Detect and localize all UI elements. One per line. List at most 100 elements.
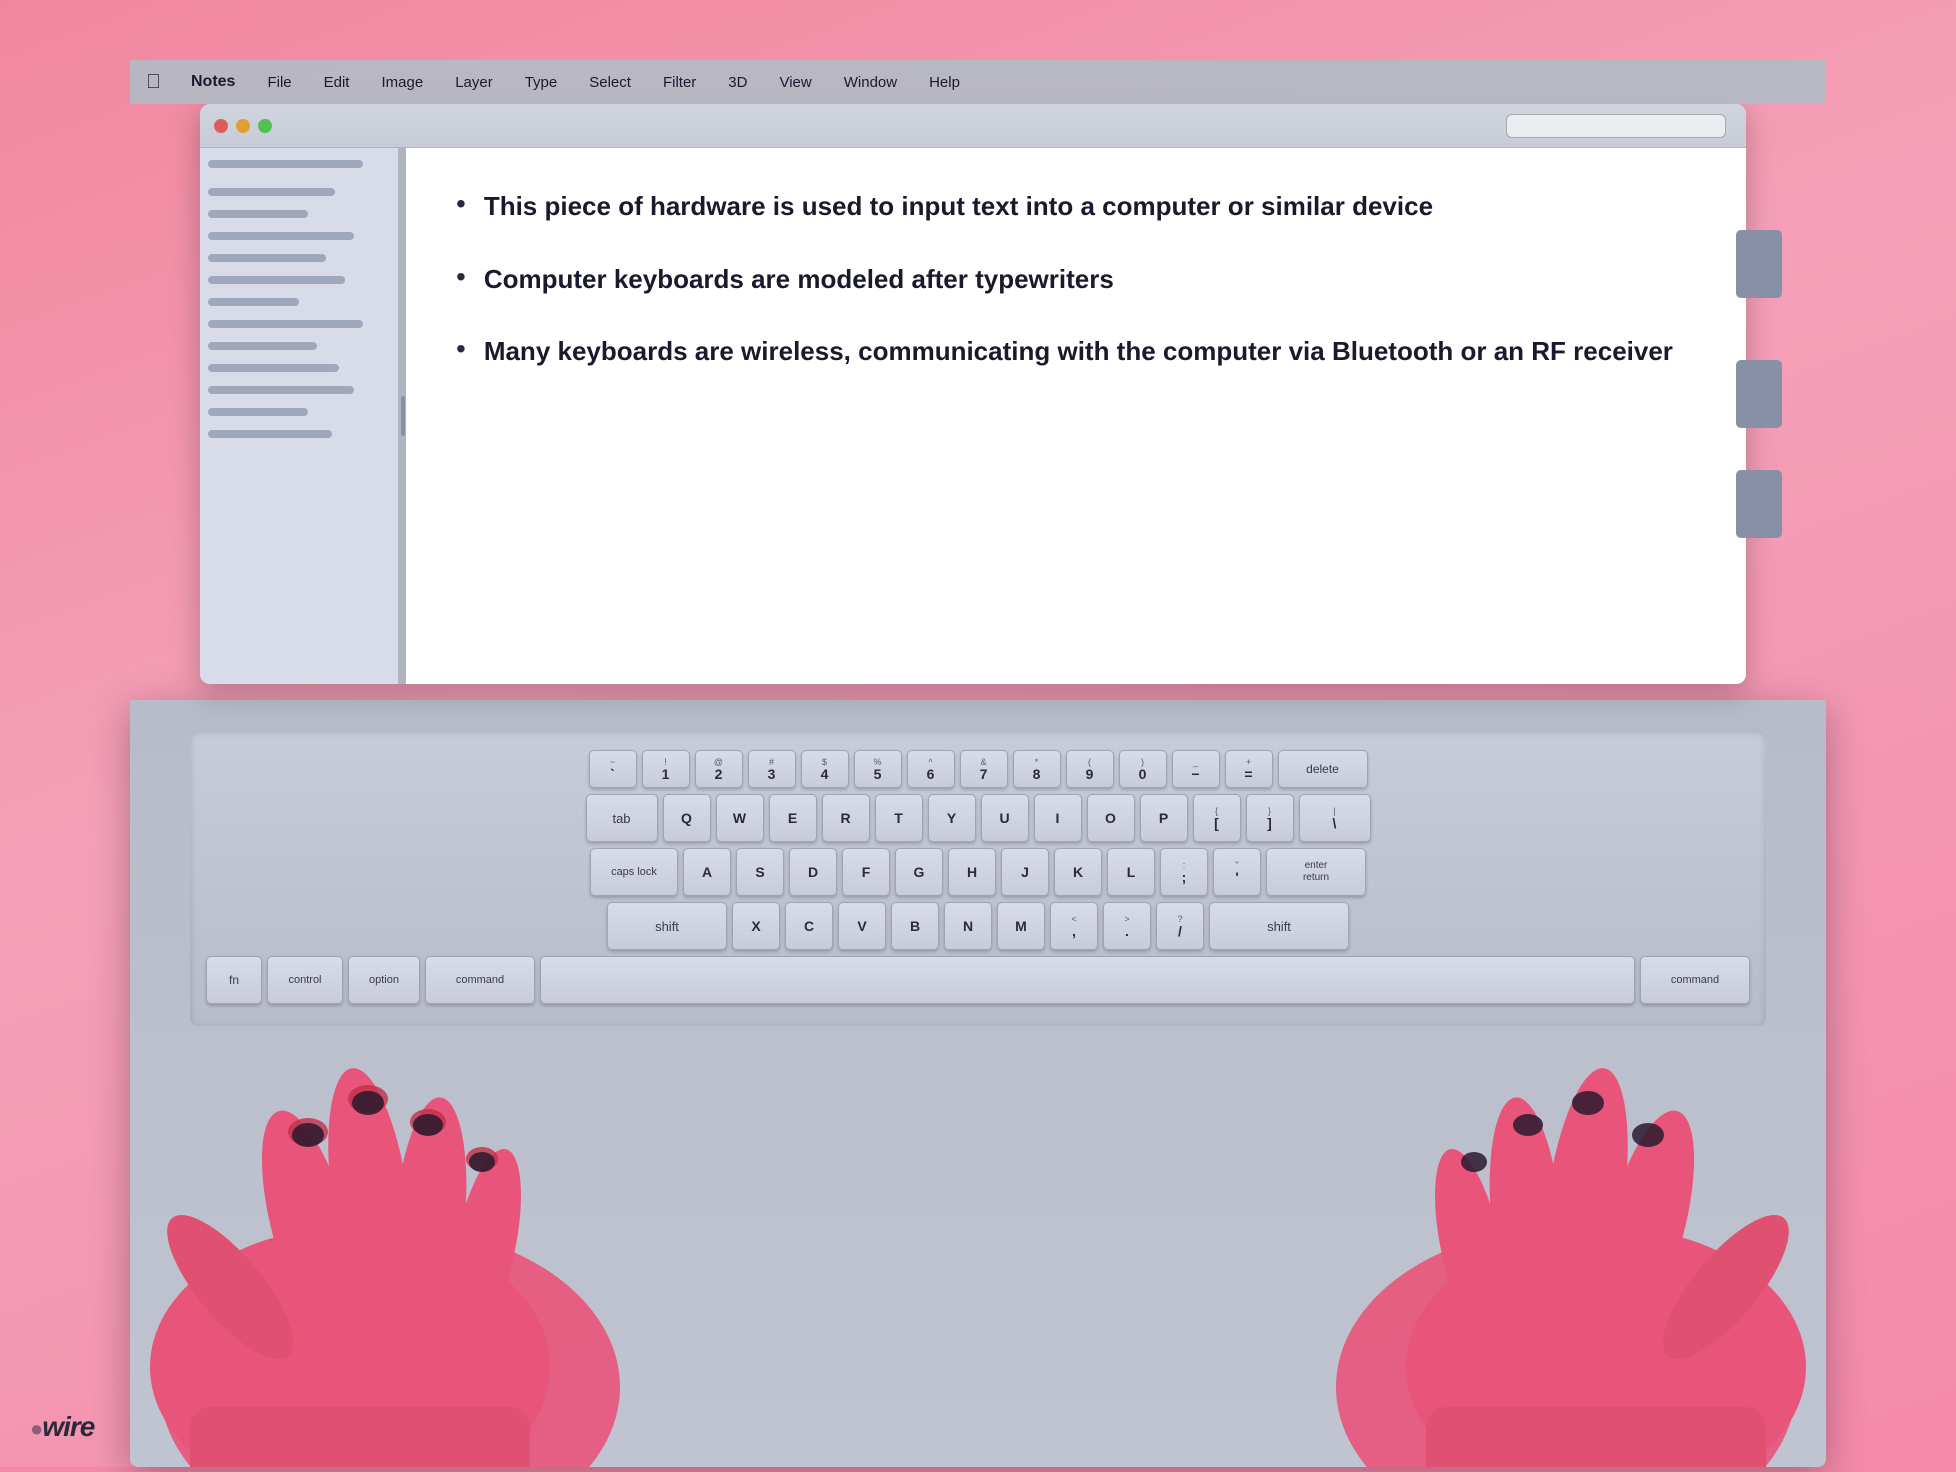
key-5[interactable]: %5 xyxy=(854,750,902,788)
sidebar-line xyxy=(208,210,308,218)
key-backslash[interactable]: |\ xyxy=(1299,794,1371,842)
menu-3d[interactable]: 3D xyxy=(722,72,753,93)
search-input[interactable] xyxy=(1506,114,1726,138)
key-quote[interactable]: "' xyxy=(1213,848,1261,896)
window-titlebar xyxy=(200,104,1746,148)
scroll-block-1 xyxy=(1736,230,1782,298)
key-t[interactable]: T xyxy=(875,794,923,842)
scroll-block-2 xyxy=(1736,360,1782,428)
key-c[interactable]: C xyxy=(785,902,833,950)
key-d[interactable]: D xyxy=(789,848,837,896)
watermark: ●wire xyxy=(30,1411,94,1443)
key-0[interactable]: )0 xyxy=(1119,750,1167,788)
key-o[interactable]: O xyxy=(1087,794,1135,842)
bullet-icon-2: • xyxy=(456,257,466,298)
key-8[interactable]: *8 xyxy=(1013,750,1061,788)
menu-select[interactable]: Select xyxy=(583,72,637,93)
menu-layer[interactable]: Layer xyxy=(449,72,499,93)
key-k[interactable]: K xyxy=(1054,848,1102,896)
key-tilde[interactable]: ~` xyxy=(589,750,637,788)
key-f[interactable]: F xyxy=(842,848,890,896)
key-l[interactable]: L xyxy=(1107,848,1155,896)
key-9[interactable]: (9 xyxy=(1066,750,1114,788)
app-window: • This piece of hardware is used to inpu… xyxy=(200,104,1746,684)
key-rbracket[interactable]: }] xyxy=(1246,794,1294,842)
key-w[interactable]: W xyxy=(716,794,764,842)
keyboard-row-1: ~` !1 @2 #3 $4 %5 ^6 &7 *8 (9 )0 _− += d… xyxy=(206,750,1750,788)
sidebar-line xyxy=(208,298,299,306)
key-tab[interactable]: tab xyxy=(586,794,658,842)
key-u[interactable]: U xyxy=(981,794,1029,842)
sidebar-line xyxy=(208,364,339,372)
key-a[interactable]: A xyxy=(683,848,731,896)
sidebar-line xyxy=(208,160,363,168)
key-e[interactable]: E xyxy=(769,794,817,842)
key-equals[interactable]: += xyxy=(1225,750,1273,788)
key-7[interactable]: &7 xyxy=(960,750,1008,788)
sidebar-line xyxy=(208,386,354,394)
sidebar-line xyxy=(208,342,317,350)
key-4[interactable]: $4 xyxy=(801,750,849,788)
key-s[interactable]: S xyxy=(736,848,784,896)
menu-help[interactable]: Help xyxy=(923,72,966,93)
sidebar-line xyxy=(208,232,354,240)
key-i[interactable]: I xyxy=(1034,794,1082,842)
menu-view[interactable]: View xyxy=(773,72,817,93)
key-h[interactable]: H xyxy=(948,848,996,896)
key-semicolon[interactable]: :; xyxy=(1160,848,1208,896)
sidebar-divider[interactable] xyxy=(400,148,406,684)
key-slash[interactable]: ?/ xyxy=(1156,902,1204,950)
bullet-icon-3: • xyxy=(456,329,466,370)
key-lbracket[interactable]: {[ xyxy=(1193,794,1241,842)
key-1[interactable]: !1 xyxy=(642,750,690,788)
sidebar-line xyxy=(208,430,332,438)
hand-right xyxy=(1306,887,1826,1467)
menu-filter[interactable]: Filter xyxy=(657,72,702,93)
key-comma[interactable]: <, xyxy=(1050,902,1098,950)
maximize-button[interactable] xyxy=(258,119,272,133)
key-p[interactable]: P xyxy=(1140,794,1188,842)
hand-left-svg xyxy=(130,887,650,1467)
note-text-2: Computer keyboards are modeled after typ… xyxy=(484,261,1114,297)
apple-logo-icon[interactable]:  xyxy=(146,71,161,94)
scroll-block-3 xyxy=(1736,470,1782,538)
key-minus[interactable]: _− xyxy=(1172,750,1220,788)
note-item-1: • This piece of hardware is used to inpu… xyxy=(456,188,1696,225)
hand-left xyxy=(130,887,650,1467)
window-content: • This piece of hardware is used to inpu… xyxy=(200,148,1746,684)
minimize-button[interactable] xyxy=(236,119,250,133)
key-y[interactable]: Y xyxy=(928,794,976,842)
key-g[interactable]: G xyxy=(895,848,943,896)
sidebar-line xyxy=(208,254,326,262)
sidebar-line xyxy=(208,408,308,416)
key-m[interactable]: M xyxy=(997,902,1045,950)
menu-bar:  Notes File Edit Image Layer Type Selec… xyxy=(130,60,1826,104)
menu-image[interactable]: Image xyxy=(375,72,429,93)
key-delete[interactable]: delete xyxy=(1278,750,1368,788)
menu-type[interactable]: Type xyxy=(519,72,564,93)
keyboard-row-2: tab Q W E R T Y U I O P {[ }] |\ xyxy=(206,794,1750,842)
key-b[interactable]: B xyxy=(891,902,939,950)
hand-right-svg xyxy=(1306,887,1826,1467)
key-3[interactable]: #3 xyxy=(748,750,796,788)
key-n[interactable]: N xyxy=(944,902,992,950)
note-text-1: This piece of hardware is used to input … xyxy=(484,188,1433,224)
key-x[interactable]: X xyxy=(732,902,780,950)
key-6[interactable]: ^6 xyxy=(907,750,955,788)
menu-window[interactable]: Window xyxy=(838,72,903,93)
sidebar xyxy=(200,148,400,684)
key-r[interactable]: R xyxy=(822,794,870,842)
sidebar-line xyxy=(208,188,335,196)
traffic-lights xyxy=(214,119,272,133)
sidebar-line xyxy=(208,320,363,328)
key-v[interactable]: V xyxy=(838,902,886,950)
key-2[interactable]: @2 xyxy=(695,750,743,788)
key-q[interactable]: Q xyxy=(663,794,711,842)
key-j[interactable]: J xyxy=(1001,848,1049,896)
menu-edit[interactable]: Edit xyxy=(318,72,356,93)
menu-notes[interactable]: Notes xyxy=(185,71,241,93)
bullet-icon-1: • xyxy=(456,184,466,225)
key-period[interactable]: >. xyxy=(1103,902,1151,950)
close-button[interactable] xyxy=(214,119,228,133)
menu-file[interactable]: File xyxy=(261,72,297,93)
